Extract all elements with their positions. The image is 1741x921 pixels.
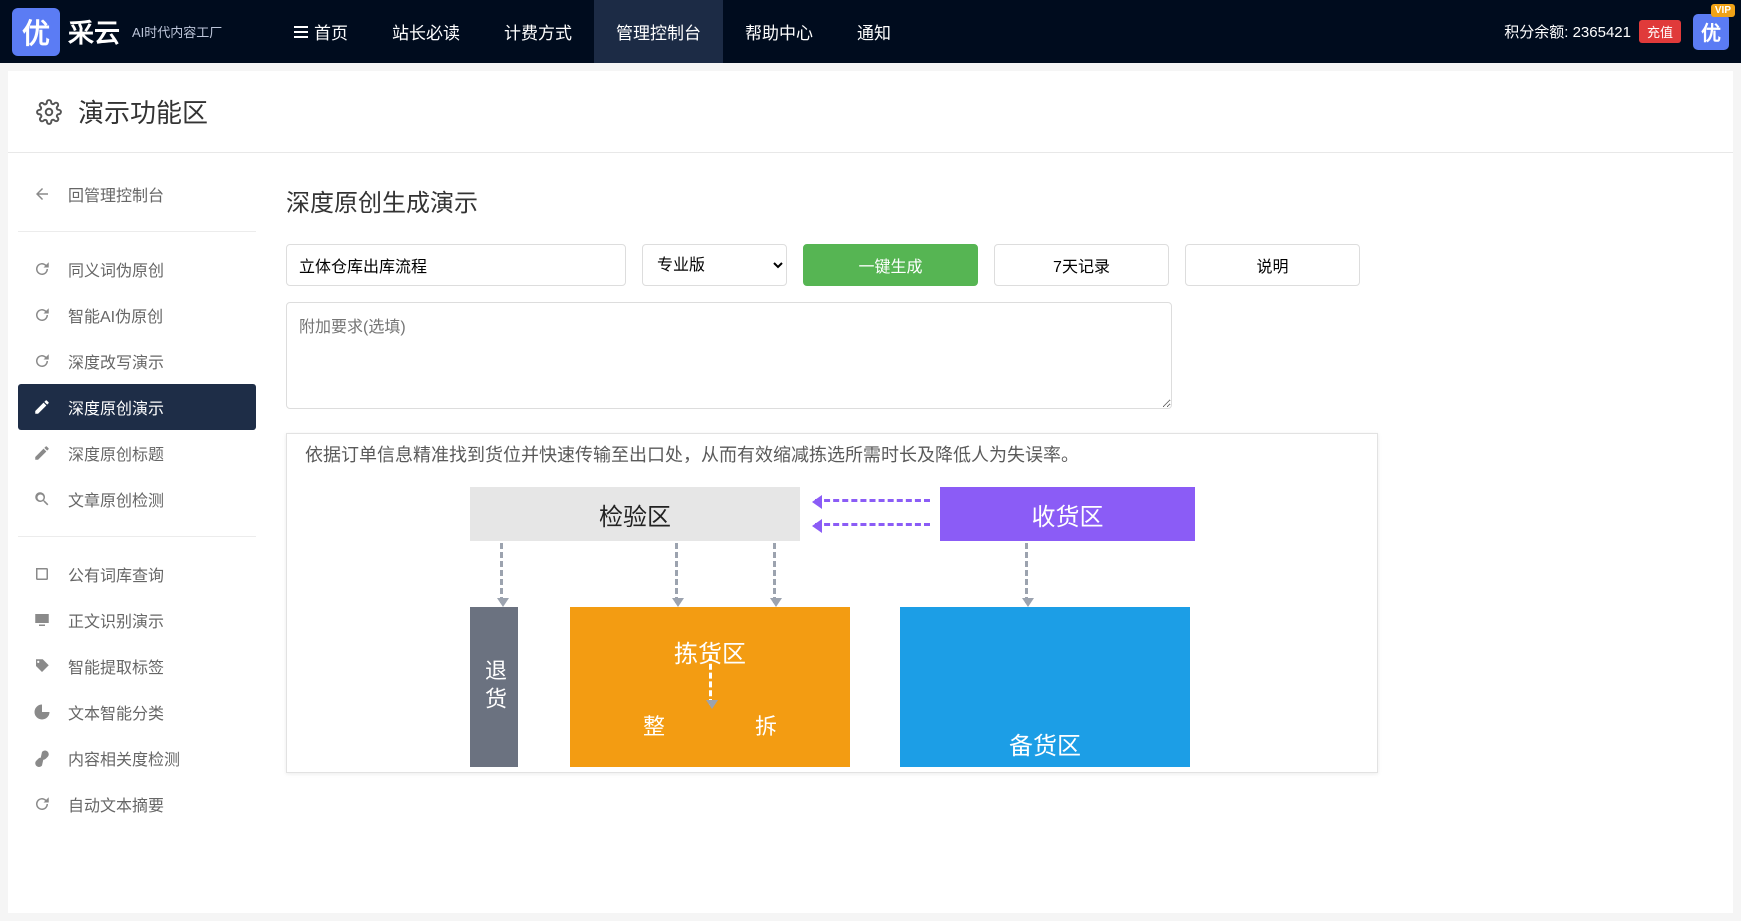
history-button[interactable]: 7天记录	[994, 244, 1169, 286]
nav-home[interactable]: 首页	[272, 0, 370, 63]
sidebar-item-label: 深度改写演示	[68, 349, 164, 373]
sidebar-item-dict[interactable]: 公有词库查询	[18, 551, 256, 597]
edit-icon	[32, 443, 52, 463]
sidebar-item-original-demo[interactable]: 深度原创演示	[18, 384, 256, 430]
box-inspect: 检验区	[470, 487, 800, 541]
main-area: 深度原创生成演示 专业版 一键生成 7天记录 说明 依据订单信息精准找到货位并快…	[266, 153, 1733, 913]
refresh-icon	[32, 305, 52, 325]
nav-items: 首页 站长必读 计费方式 管理控制台 帮助中心 通知	[272, 0, 913, 63]
refresh-icon	[32, 794, 52, 814]
nav-notice[interactable]: 通知	[835, 0, 913, 63]
sidebar-item-label: 文章原创检测	[68, 487, 164, 511]
generate-button[interactable]: 一键生成	[803, 244, 978, 286]
nav-label: 首页	[314, 19, 348, 44]
result-text: 依据订单信息精准找到货位并快速传输至出口处，从而有效缩减拣选所需时长及降低人为失…	[305, 442, 1359, 469]
sidebar-item-label: 自动文本摘要	[68, 792, 164, 816]
sidebar-item-label: 深度原创标题	[68, 441, 164, 465]
sidebar-item-body[interactable]: 正文识别演示	[18, 597, 256, 643]
nav-billing[interactable]: 计费方式	[482, 0, 594, 63]
dash-arrow-down-icon	[500, 543, 503, 603]
sidebar-item-checker[interactable]: 文章原创检测	[18, 476, 256, 522]
box-whole: 整	[643, 709, 665, 741]
edition-select[interactable]: 专业版	[642, 244, 787, 286]
top-navbar: 优 采云 AI时代内容工厂 首页 站长必读 计费方式 管理控制台 帮助中心 通知…	[0, 0, 1741, 63]
sidebar-item-label: 智能提取标签	[68, 654, 164, 678]
dash-white-icon	[709, 655, 712, 705]
brand-subtitle: AI时代内容工厂	[132, 22, 222, 41]
page-header: 演示功能区	[8, 71, 1733, 153]
box-stock: 备货区	[900, 607, 1190, 767]
sidebar-item-rewrite[interactable]: 深度改写演示	[18, 338, 256, 384]
search-icon	[32, 489, 52, 509]
tag-icon	[32, 656, 52, 676]
nav-label: 管理控制台	[616, 19, 701, 44]
box-split: 拆	[755, 709, 777, 741]
nav-label: 通知	[857, 19, 891, 44]
refresh-icon	[32, 259, 52, 279]
result-panel[interactable]: 依据订单信息精准找到货位并快速传输至出口处，从而有效缩减拣选所需时长及降低人为失…	[286, 433, 1378, 773]
page-title: 演示功能区	[78, 93, 208, 130]
sidebar-item-summary[interactable]: 自动文本摘要	[18, 781, 256, 827]
menu-lines-icon	[294, 26, 308, 38]
book-icon	[32, 564, 52, 584]
warehouse-diagram: 检验区 收货区 退货 拣货区 整 拆	[305, 487, 1345, 747]
toolbar: 专业版 一键生成 7天记录 说明	[286, 244, 1699, 286]
edit-icon	[32, 397, 52, 417]
sidebar-item-label: 回管理控制台	[68, 182, 164, 206]
sidebar-item-tags[interactable]: 智能提取标签	[18, 643, 256, 689]
nav-help[interactable]: 帮助中心	[723, 0, 835, 63]
sidebar-item-label: 公有词库查询	[68, 562, 164, 586]
sidebar: 回管理控制台 同义词伪原创 智能AI伪原创 深度改写演示	[8, 153, 266, 913]
box-return: 退货	[470, 607, 518, 767]
arrow-dash-icon	[815, 499, 930, 502]
vip-avatar-icon: 优	[1693, 14, 1729, 50]
nav-console[interactable]: 管理控制台	[594, 0, 723, 63]
brand-text: 采云	[68, 13, 120, 50]
sidebar-item-classify[interactable]: 文本智能分类	[18, 689, 256, 735]
sidebar-item-label: 同义词伪原创	[68, 257, 164, 281]
sidebar-item-label: 文本智能分类	[68, 700, 164, 724]
sidebar-item-label: 内容相关度检测	[68, 746, 180, 770]
keyword-input[interactable]	[286, 244, 626, 286]
extra-textarea[interactable]	[286, 302, 1172, 409]
recharge-button[interactable]: 充值	[1639, 20, 1681, 43]
nav-label: 站长必读	[392, 19, 460, 44]
help-button[interactable]: 说明	[1185, 244, 1360, 286]
sidebar-item-label: 智能AI伪原创	[68, 303, 163, 327]
dash-arrow-down-icon	[1025, 543, 1028, 603]
back-arrow-icon	[32, 184, 52, 204]
monitor-icon	[32, 610, 52, 630]
main-title: 深度原创生成演示	[286, 183, 1699, 218]
nav-right: 积分余额: 2365421 充值 VIP 优	[1504, 14, 1729, 50]
nav-label: 帮助中心	[745, 19, 813, 44]
refresh-icon	[32, 351, 52, 371]
dash-box-icon	[527, 707, 561, 741]
points-balance: 积分余额: 2365421	[1504, 21, 1631, 42]
box-receive: 收货区	[940, 487, 1195, 541]
sidebar-item-relevance[interactable]: 内容相关度检测	[18, 735, 256, 781]
pie-icon	[32, 702, 52, 722]
sidebar-item-ai[interactable]: 智能AI伪原创	[18, 292, 256, 338]
sidebar-item-label: 正文识别演示	[68, 608, 164, 632]
brand[interactable]: 优 采云 AI时代内容工厂	[12, 8, 272, 56]
vip-badge: VIP	[1711, 4, 1735, 17]
nav-label: 计费方式	[504, 19, 572, 44]
sidebar-item-original-title[interactable]: 深度原创标题	[18, 430, 256, 476]
dash-arrow-down-icon	[773, 543, 776, 603]
nav-mustread[interactable]: 站长必读	[370, 0, 482, 63]
brand-logo-icon: 优	[12, 8, 60, 56]
dash-arrow-down-icon	[675, 543, 678, 603]
sidebar-item-synonym[interactable]: 同义词伪原创	[18, 246, 256, 292]
sidebar-back[interactable]: 回管理控制台	[18, 171, 256, 217]
link-icon	[32, 748, 52, 768]
sidebar-item-label: 深度原创演示	[68, 395, 164, 419]
gear-icon	[36, 99, 62, 125]
vip-avatar[interactable]: VIP 优	[1693, 14, 1729, 50]
arrow-dash-icon	[815, 523, 930, 526]
